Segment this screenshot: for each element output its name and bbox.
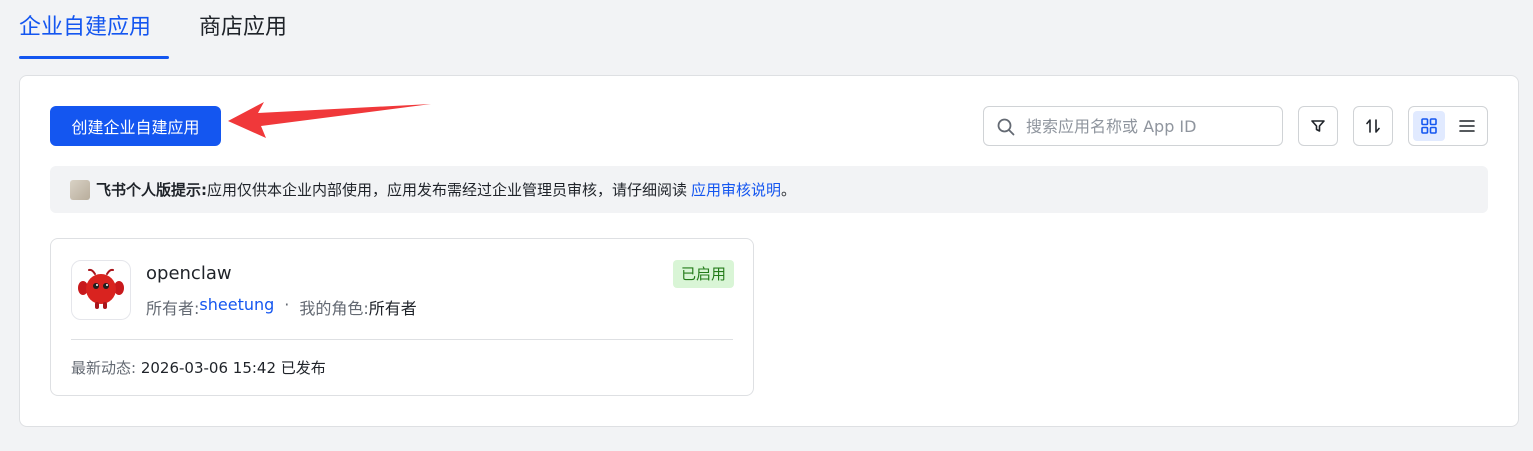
filter-button[interactable] bbox=[1298, 106, 1338, 146]
app-icon bbox=[71, 260, 131, 320]
latest-activity: 最新动态: 2026-03-06 15:42 已发布 bbox=[71, 357, 326, 378]
notice-banner: 飞书个人版提示: 应用仅供本企业内部使用，应用发布需经过企业管理员审核，请仔细阅… bbox=[50, 166, 1488, 213]
status-badge: 已启用 bbox=[672, 260, 734, 288]
grid-view-button[interactable] bbox=[1413, 111, 1445, 141]
app-name: openclaw bbox=[146, 263, 232, 284]
notice-text: 应用仅供本企业内部使用，应用发布需经过企业管理员审核，请仔细阅读 bbox=[207, 181, 688, 199]
notice-prefix: 飞书个人版提示: bbox=[96, 181, 207, 199]
search-box[interactable] bbox=[983, 106, 1283, 146]
sort-button[interactable] bbox=[1353, 106, 1393, 146]
view-toggle bbox=[1408, 106, 1488, 146]
activity-value: 2026-03-06 15:42 已发布 bbox=[140, 359, 326, 377]
personal-edition-avatar-icon bbox=[70, 179, 90, 200]
review-guide-link[interactable]: 应用审核说明 bbox=[691, 179, 781, 200]
list-view-button[interactable] bbox=[1451, 111, 1483, 141]
search-icon bbox=[997, 118, 1015, 136]
activity-label: 最新动态: bbox=[71, 359, 137, 377]
filter-icon bbox=[1311, 120, 1325, 132]
sort-icon bbox=[1366, 119, 1380, 133]
create-app-button[interactable]: 创建企业自建应用 bbox=[50, 106, 221, 146]
tab-store-apps[interactable]: 商店应用 bbox=[199, 12, 287, 44]
owner-label: 所有者: bbox=[146, 299, 200, 318]
search-input[interactable] bbox=[1026, 113, 1271, 139]
meta-separator: · bbox=[284, 295, 290, 314]
role-value: 所有者 bbox=[368, 299, 417, 318]
card-divider bbox=[71, 339, 733, 340]
owner-link[interactable]: sheetung bbox=[199, 295, 274, 319]
grid-view-icon bbox=[1421, 118, 1437, 134]
app-card[interactable]: openclaw 所有者: sheetung · 我的角色: 所有者 已启用 最… bbox=[50, 238, 754, 396]
tab-bar: 企业自建应用 商店应用 bbox=[0, 0, 1533, 60]
tab-enterprise-apps[interactable]: 企业自建应用 bbox=[19, 12, 151, 44]
annotation-arrow-icon bbox=[228, 102, 431, 138]
notice-suffix: 。 bbox=[781, 181, 797, 199]
active-tab-indicator bbox=[19, 56, 169, 59]
app-meta: 所有者: sheetung · 我的角色: 所有者 bbox=[146, 295, 417, 319]
role-label: 我的角色: bbox=[299, 299, 369, 318]
red-lobster-mascot-icon bbox=[78, 268, 124, 309]
list-view-icon bbox=[1459, 120, 1475, 132]
apps-panel: 创建企业自建应用 搜索应用名称或 App ID 飞书个人版提示: 应用仅供本企业… bbox=[19, 75, 1519, 427]
